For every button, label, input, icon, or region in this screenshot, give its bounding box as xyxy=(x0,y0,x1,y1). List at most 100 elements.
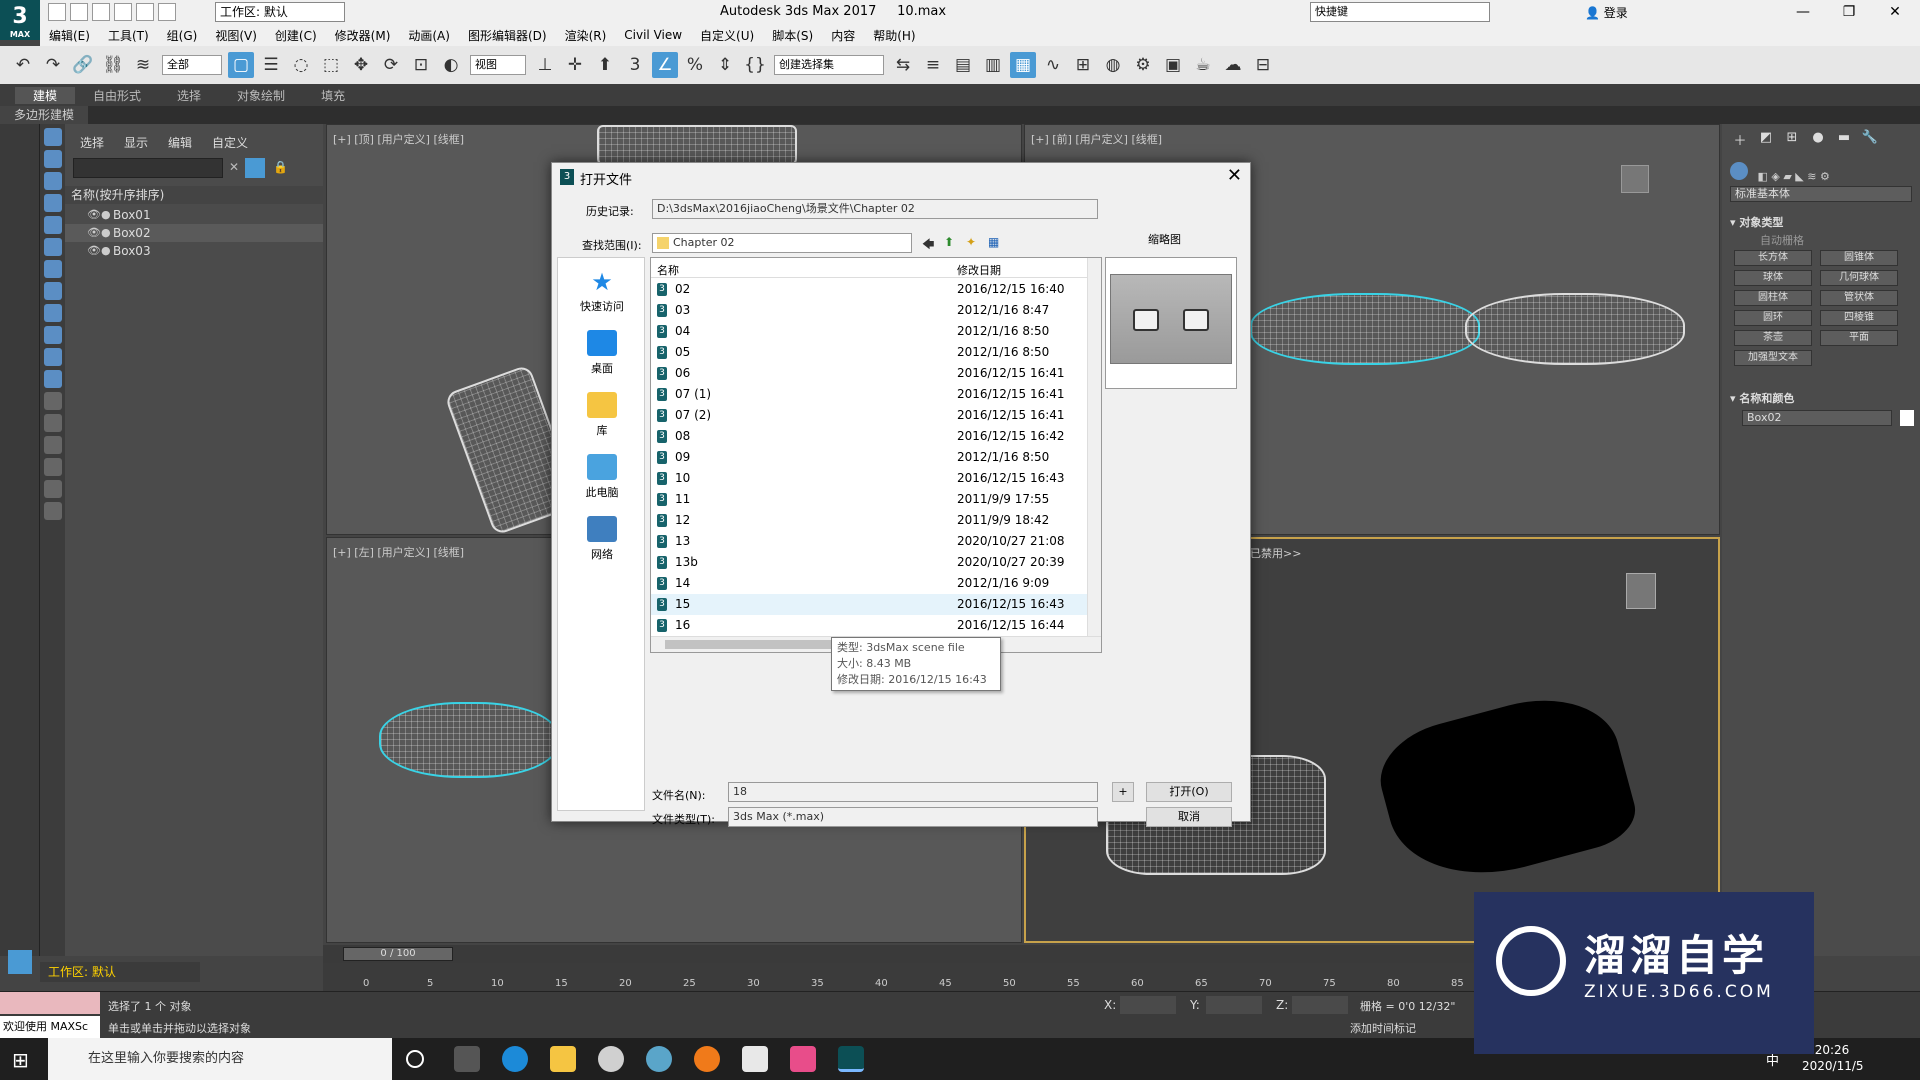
explorer-column-header[interactable]: 名称(按升序排序) xyxy=(65,186,323,204)
object-color-swatch[interactable] xyxy=(1900,410,1914,426)
shapes-icon[interactable]: ◧ ◈ ▰ ◣ ≋ ⚙ xyxy=(1758,170,1830,183)
display-all-icon[interactable] xyxy=(43,414,62,432)
selection-filter-dropdown[interactable]: 全部 xyxy=(162,55,222,75)
history-dropdown[interactable]: D:\3dsMax\2016jiaoCheng\场景文件\Chapter 02 xyxy=(652,199,1098,219)
new-folder-icon[interactable]: ✦ xyxy=(966,235,976,249)
menu-animation[interactable]: 动画(A) xyxy=(399,27,459,44)
redo-icon[interactable] xyxy=(136,3,154,21)
undo-icon[interactable]: ↶ xyxy=(10,52,36,78)
name-color-rollout[interactable]: ▾ 名称和颜色 xyxy=(1730,390,1912,406)
back-icon[interactable]: 🡄 xyxy=(922,235,934,256)
display-particles-icon[interactable] xyxy=(43,348,62,366)
z-coord-field[interactable] xyxy=(1292,996,1348,1014)
box-button[interactable]: 长方体 xyxy=(1734,250,1812,266)
material-editor-icon[interactable]: ◍ xyxy=(1100,52,1126,78)
pivot-icon[interactable]: ⊥ xyxy=(532,52,558,78)
menu-tools[interactable]: 工具(T) xyxy=(99,27,158,44)
move-icon[interactable]: ✥ xyxy=(348,52,374,78)
toggle-ribbon-icon[interactable]: ▦ xyxy=(1010,52,1036,78)
file-row[interactable]: 3 04 2012/1/16 8:50 xyxy=(651,321,1087,342)
app-icon[interactable] xyxy=(598,1046,624,1072)
explorer-row[interactable]: 👁● Box03 xyxy=(65,242,323,260)
explorer-row[interactable]: 👁● Box02 xyxy=(65,224,323,242)
lookin-dropdown[interactable]: Chapter 02 xyxy=(652,233,912,253)
window-crossing-icon[interactable]: ⬚ xyxy=(318,52,344,78)
filter-toggle-icon[interactable] xyxy=(245,158,265,178)
rendered-frame-icon[interactable]: ▣ xyxy=(1160,52,1186,78)
explorer-search-input[interactable] xyxy=(73,158,223,178)
file-row[interactable]: 3 07 (1) 2016/12/15 16:41 xyxy=(651,384,1087,405)
viewport-front-label[interactable]: [+] [前] [用户定义] [线框] xyxy=(1031,131,1162,147)
cylinder-button[interactable]: 圆柱体 xyxy=(1734,290,1812,306)
file-row[interactable]: 3 02 2016/12/15 16:40 xyxy=(651,279,1087,300)
file-explorer-icon[interactable] xyxy=(550,1046,576,1072)
menu-group[interactable]: 组(G) xyxy=(158,27,207,44)
display-groups-icon[interactable] xyxy=(43,260,62,278)
viewcube-icon[interactable] xyxy=(1621,165,1649,193)
3dsmax-taskbar-icon[interactable] xyxy=(838,1046,864,1072)
link-icon[interactable]: 🔗 xyxy=(70,52,96,78)
unlink-icon[interactable]: ⛓ xyxy=(100,52,126,78)
visibility-icon[interactable]: 👁● xyxy=(87,224,111,242)
display-none-icon[interactable] xyxy=(43,436,62,454)
keyboard-shortcut-icon[interactable]: ⬆ xyxy=(592,52,618,78)
vertical-scrollbar[interactable] xyxy=(1087,258,1101,638)
explorer-menu-display[interactable]: 显示 xyxy=(114,134,158,151)
lock-icon[interactable]: 🔒 xyxy=(273,160,288,174)
notepad-icon[interactable] xyxy=(742,1046,768,1072)
menu-rendering[interactable]: 渲染(R) xyxy=(556,27,616,44)
render-setup-icon[interactable]: ⚙ xyxy=(1130,52,1156,78)
file-row[interactable]: 3 05 2012/1/16 8:50 xyxy=(651,342,1087,363)
utilities-tab-icon[interactable]: 🔧 xyxy=(1860,130,1880,148)
place-network[interactable]: 网络 xyxy=(558,506,646,568)
dialog-close-icon[interactable]: ✕ xyxy=(1227,165,1242,186)
y-coord-field[interactable] xyxy=(1206,996,1262,1014)
modify-tab-icon[interactable]: ◩ xyxy=(1756,130,1776,148)
schematic-view-icon[interactable]: ⊞ xyxy=(1070,52,1096,78)
tab-freeform[interactable]: 自由形式 xyxy=(75,87,159,104)
display-hidden-icon[interactable] xyxy=(43,370,62,388)
filetype-dropdown[interactable]: 3ds Max (*.max) xyxy=(728,807,1098,827)
cortana-icon[interactable] xyxy=(406,1050,424,1068)
column-name[interactable]: 名称 xyxy=(657,262,679,278)
x-coord-field[interactable] xyxy=(1120,996,1176,1014)
scene-explorer-icon[interactable]: ▤ xyxy=(950,52,976,78)
select-object-icon[interactable]: ▢ xyxy=(228,52,254,78)
file-row[interactable]: 3 14 2012/1/16 9:09 xyxy=(651,573,1087,594)
place-icon[interactable]: ◐ xyxy=(438,52,464,78)
primitive-type-dropdown[interactable]: 标准基本体 xyxy=(1730,186,1912,202)
workspace-selector[interactable]: 工作区: 默认 xyxy=(40,962,200,982)
hierarchy-tab-icon[interactable]: ⊞ xyxy=(1782,130,1802,148)
object-name-input[interactable]: Box02 xyxy=(1742,410,1892,426)
explorer-menu-select[interactable]: 选择 xyxy=(70,134,114,151)
menu-modifiers[interactable]: 修改器(M) xyxy=(326,27,400,44)
edge-icon[interactable] xyxy=(502,1046,528,1072)
mirror-icon[interactable]: ⇆ xyxy=(890,52,916,78)
file-row[interactable]: 3 11 2011/9/9 17:55 xyxy=(651,489,1087,510)
display-helpers-icon[interactable] xyxy=(43,216,62,234)
tab-object-paint[interactable]: 对象绘制 xyxy=(219,87,303,104)
render-icon[interactable]: ☕ xyxy=(1190,52,1216,78)
place-libraries[interactable]: 库 xyxy=(558,382,646,444)
tab-modeling[interactable]: 建模 xyxy=(15,86,76,104)
display-geometry-icon[interactable] xyxy=(43,128,62,146)
explorer-menu-edit[interactable]: 编辑 xyxy=(158,134,202,151)
maximize-button[interactable]: ❐ xyxy=(1826,0,1872,24)
select-by-name-icon[interactable]: ☰ xyxy=(258,52,284,78)
teapot-button[interactable]: 茶壶 xyxy=(1734,330,1812,346)
place-this-pc[interactable]: 此电脑 xyxy=(558,444,646,506)
angle-snap-icon[interactable]: ∠ xyxy=(652,52,678,78)
torus-button[interactable]: 圆环 xyxy=(1734,310,1812,326)
maxscript-listener[interactable] xyxy=(0,992,100,1014)
named-selection-set-dropdown[interactable]: 创建选择集 xyxy=(774,55,884,75)
windows-start-icon[interactable]: ⊞ xyxy=(12,1048,29,1072)
render-cloud-icon[interactable]: ☁ xyxy=(1220,52,1246,78)
visibility-icon[interactable]: 👁● xyxy=(87,242,111,260)
selection-region-icon[interactable]: ◌ xyxy=(288,52,314,78)
layout-icon[interactable] xyxy=(8,950,32,974)
scale-icon[interactable]: ⊡ xyxy=(408,52,434,78)
file-row[interactable]: 3 15 2016/12/15 16:43 xyxy=(651,594,1087,615)
display-tab-icon[interactable]: ▬ xyxy=(1834,130,1854,148)
menu-content[interactable]: 内容 xyxy=(822,27,864,44)
create-tab-icon[interactable]: ＋ xyxy=(1730,130,1750,149)
